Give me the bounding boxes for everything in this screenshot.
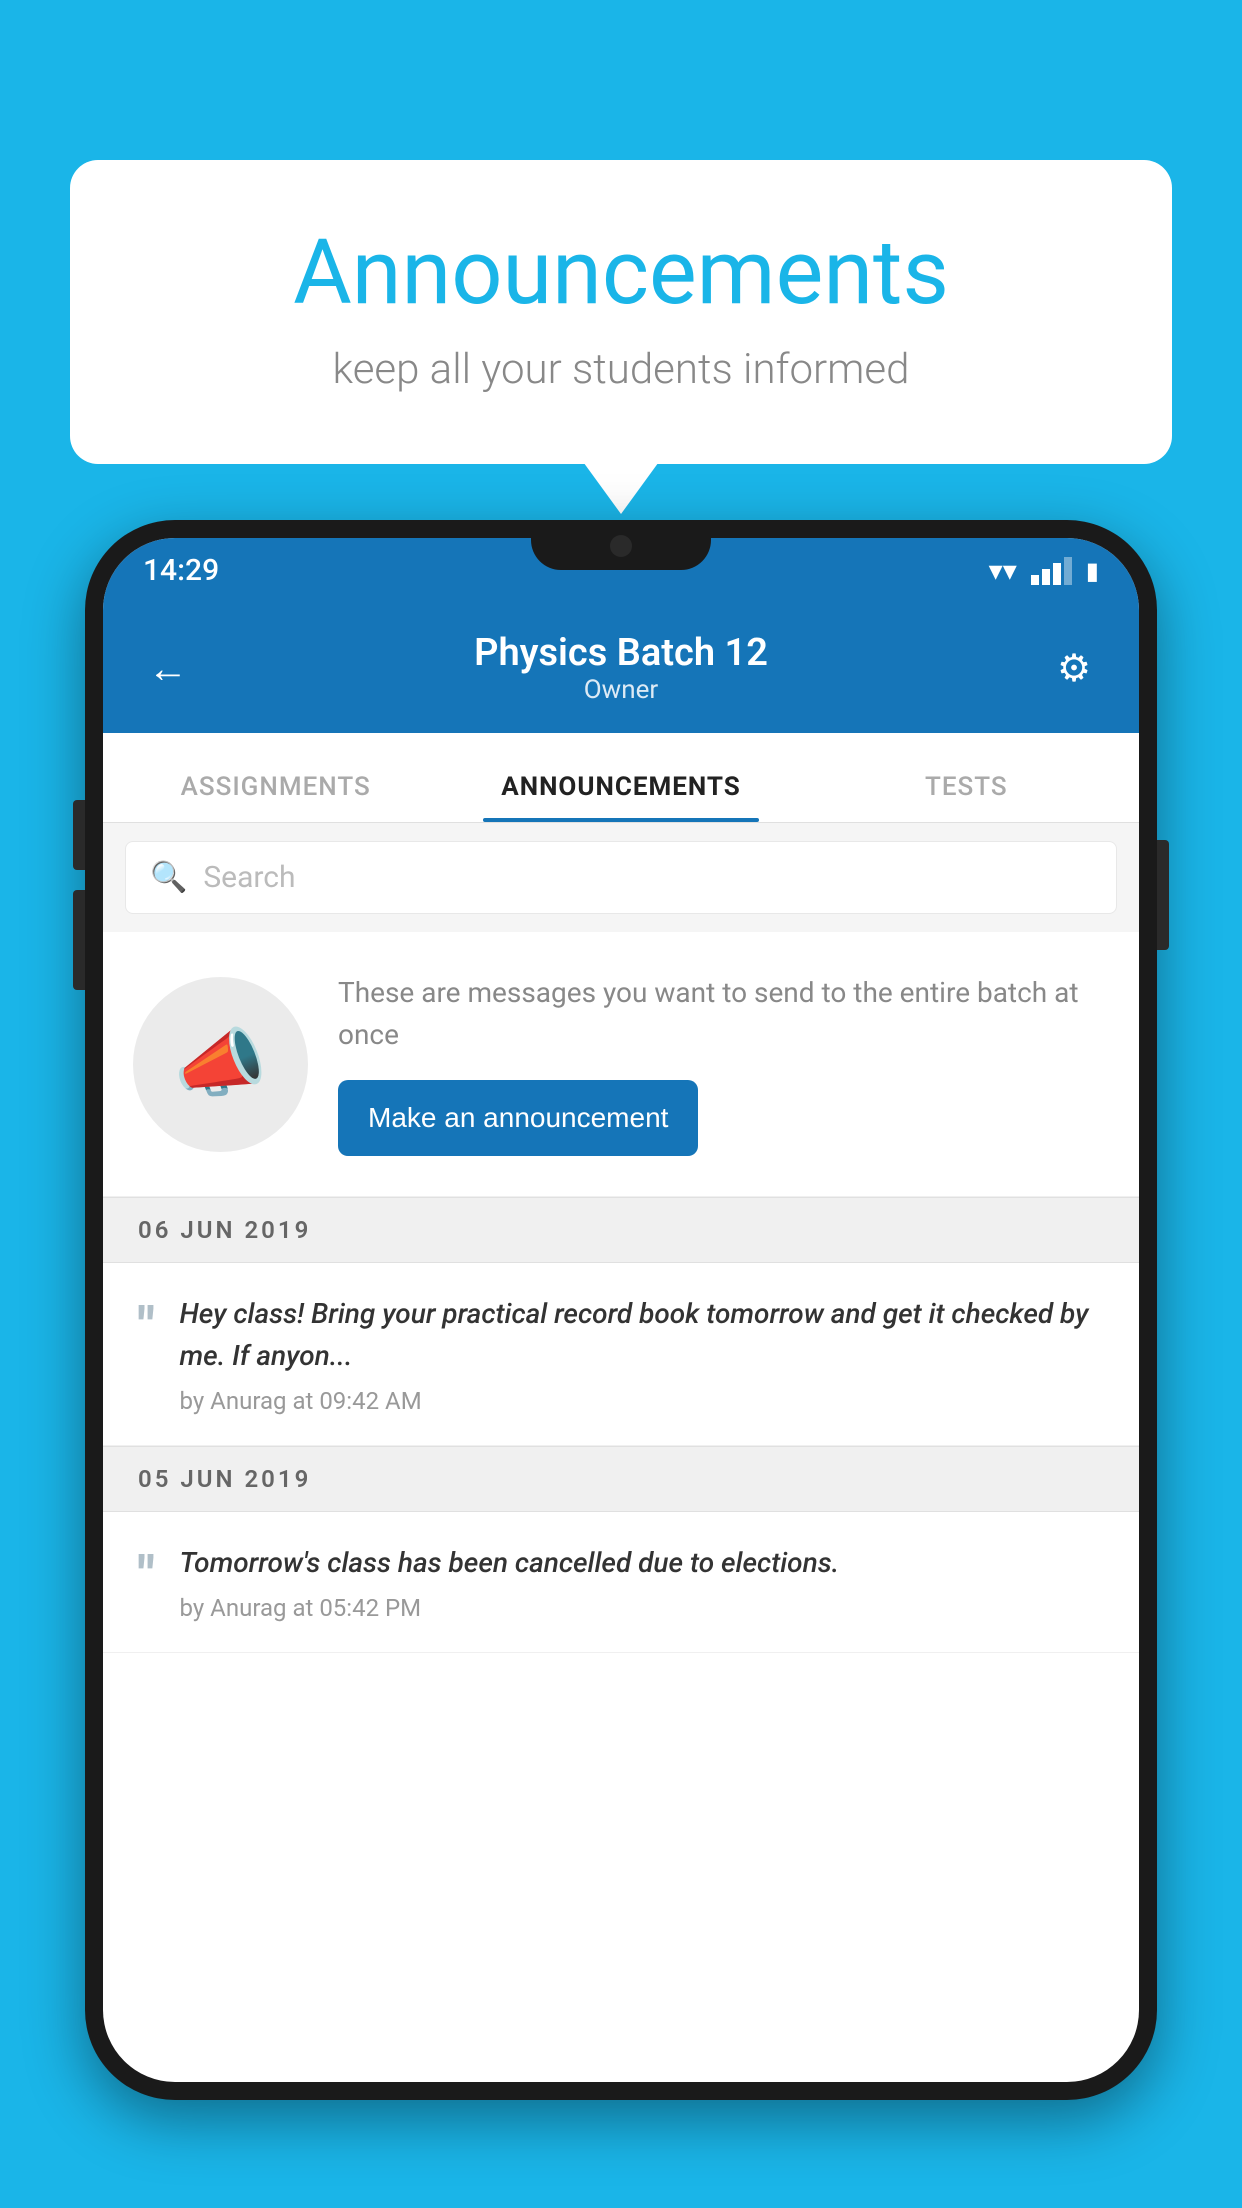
header-title: Physics Batch 12 (198, 631, 1044, 675)
promo-section: 📣 These are messages you want to send to… (103, 932, 1139, 1197)
search-container: 🔍 Search (103, 823, 1139, 932)
wifi-icon: ▾▾ (989, 554, 1017, 587)
signal-icon (1031, 557, 1072, 585)
volume-up-button (73, 800, 85, 870)
announcement-content-1: Hey class! Bring your practical record b… (180, 1293, 1104, 1415)
status-icons: ▾▾ ▮ (989, 554, 1099, 587)
announcement-meta-1: by Anurag at 09:42 AM (180, 1387, 1104, 1415)
tabs-bar: ASSIGNMENTS ANNOUNCEMENTS TESTS (103, 733, 1139, 823)
phone-container: 14:29 ▾▾ ▮ ← Physics Batch 12 (85, 520, 1157, 2208)
tab-tests[interactable]: TESTS (794, 772, 1139, 822)
bubble-subtitle: keep all your students informed (150, 345, 1092, 394)
announcement-content-2: Tomorrow's class has been cancelled due … (180, 1542, 1104, 1622)
announcement-text-1: Hey class! Bring your practical record b… (180, 1293, 1104, 1377)
promo-description: These are messages you want to send to t… (338, 972, 1109, 1056)
announcement-text-2: Tomorrow's class has been cancelled due … (180, 1542, 1104, 1584)
back-button[interactable]: ← (138, 645, 198, 692)
tab-announcements[interactable]: ANNOUNCEMENTS (448, 772, 793, 822)
camera-lens (610, 535, 632, 557)
phone-outer: 14:29 ▾▾ ▮ ← Physics Batch 12 (85, 520, 1157, 2100)
promo-text-area: These are messages you want to send to t… (338, 972, 1109, 1156)
search-bar[interactable]: 🔍 Search (125, 841, 1117, 914)
date-divider-jun6: 06 JUN 2019 (103, 1197, 1139, 1263)
bubble-title: Announcements (150, 220, 1092, 325)
megaphone-icon: 📣 (174, 1020, 267, 1108)
power-button (1157, 840, 1169, 950)
speech-bubble: Announcements keep all your students inf… (70, 160, 1172, 464)
battery-icon: ▮ (1086, 557, 1099, 585)
phone-screen: 14:29 ▾▾ ▮ ← Physics Batch 12 (103, 538, 1139, 2082)
announcement-item-1[interactable]: " Hey class! Bring your practical record… (103, 1263, 1139, 1446)
quote-icon-1: " (138, 1301, 155, 1353)
phone-notch (531, 520, 711, 570)
status-time: 14:29 (143, 553, 219, 588)
make-announcement-button[interactable]: Make an announcement (338, 1080, 698, 1156)
header-subtitle: Owner (198, 675, 1044, 705)
announcement-item-2[interactable]: " Tomorrow's class has been cancelled du… (103, 1512, 1139, 1653)
settings-button[interactable]: ⚙ (1044, 646, 1104, 691)
tab-assignments[interactable]: ASSIGNMENTS (103, 772, 448, 822)
promo-icon-circle: 📣 (133, 977, 308, 1152)
search-placeholder: Search (203, 860, 295, 895)
volume-down-button (73, 890, 85, 990)
header-center: Physics Batch 12 Owner (198, 631, 1044, 705)
date-divider-jun5: 05 JUN 2019 (103, 1446, 1139, 1512)
announcement-meta-2: by Anurag at 05:42 PM (180, 1594, 1104, 1622)
speech-bubble-container: Announcements keep all your students inf… (70, 160, 1172, 464)
app-header: ← Physics Batch 12 Owner ⚙ (103, 603, 1139, 733)
quote-icon-2: " (138, 1550, 155, 1602)
search-icon: 🔍 (150, 860, 187, 895)
